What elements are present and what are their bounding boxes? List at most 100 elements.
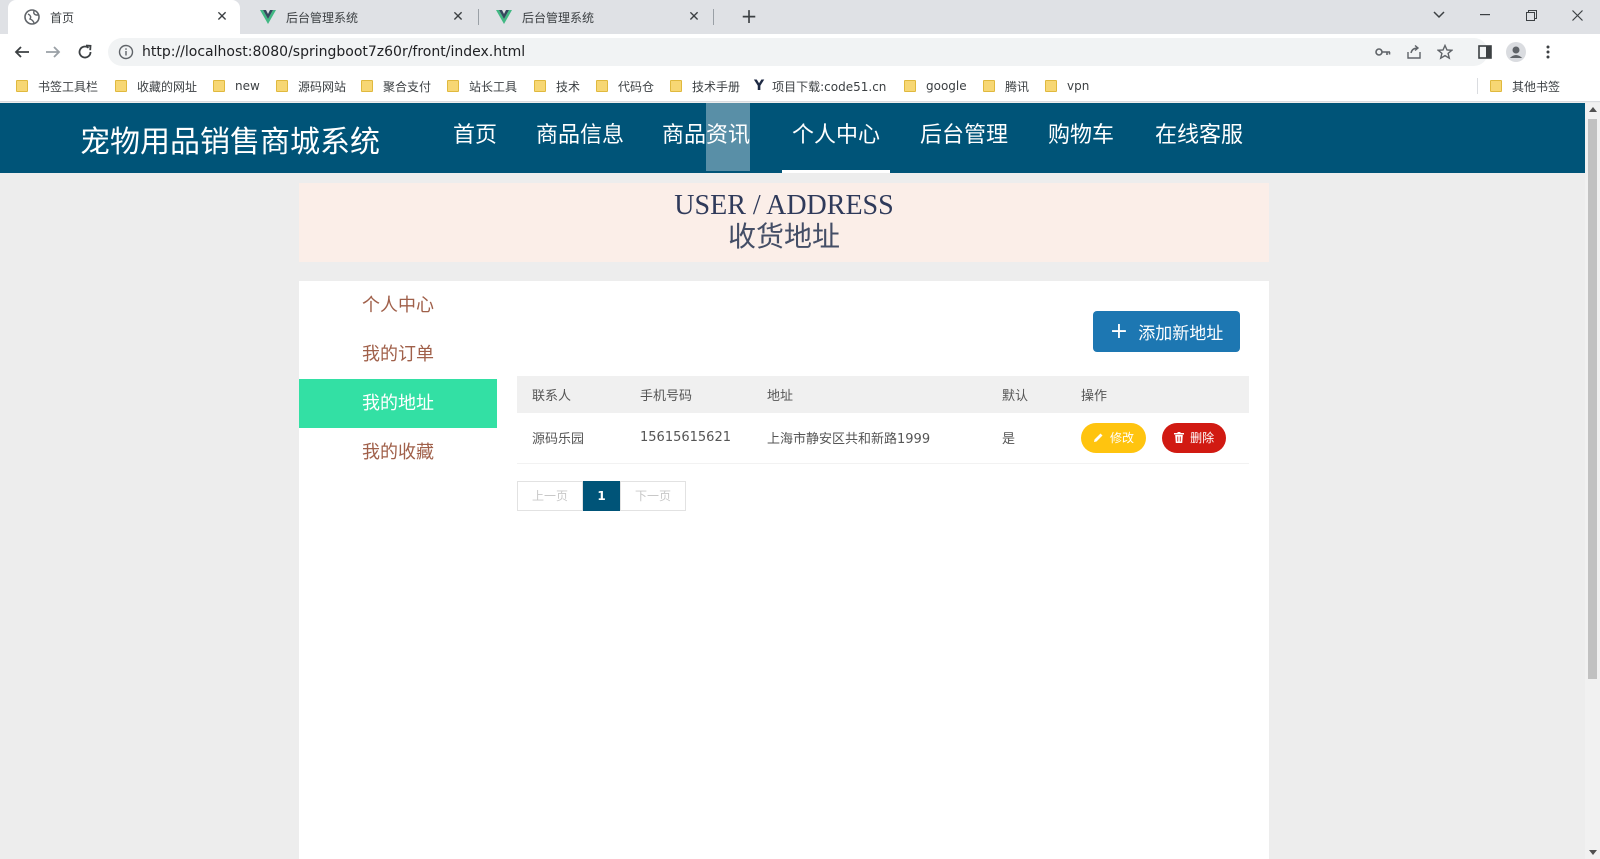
share-icon[interactable] [1403, 41, 1425, 63]
bookmark-item[interactable]: 技术 [534, 76, 580, 96]
bookmark-label: 站长工具 [469, 79, 518, 94]
side-item-favorites[interactable]: 我的收藏 [299, 428, 497, 477]
page-scrollbar[interactable] [1585, 103, 1600, 859]
side-item-addresses[interactable]: 我的地址 [299, 379, 497, 428]
bookmark-item[interactable]: google [904, 76, 967, 96]
banner-title-zh: 收货地址 [727, 222, 840, 253]
tab-divider [478, 9, 479, 25]
bookmarks-divider [1477, 78, 1478, 94]
table-header-row: 联系人 手机号码 地址 默认 操作 [517, 376, 1249, 413]
bookmark-label: 其他书签 [1512, 79, 1561, 94]
bookmark-label: new [235, 79, 260, 93]
cell-default: 是 [1002, 432, 1016, 448]
cell-actions: 修改 删除 [1066, 413, 1249, 463]
new-tab-button[interactable]: + [737, 5, 761, 29]
bookmark-item[interactable]: 代码仓 [596, 76, 654, 96]
bookmark-item[interactable]: 聚合支付 [361, 76, 431, 96]
folder-icon [904, 80, 916, 92]
vue-icon [260, 9, 276, 25]
page-number-current[interactable]: 1 [583, 481, 620, 511]
nav-admin[interactable]: 后台管理 [920, 103, 1008, 173]
banner-title-en: USER / ADDRESS [674, 190, 894, 221]
main-panel: 个人中心 我的订单 我的地址 我的收藏 + 添加新地址 联系人 手机号码 地址 … [299, 281, 1269, 859]
bookmark-item[interactable]: new [213, 76, 260, 96]
column-header: 默认 [1002, 389, 1029, 404]
folder-icon [361, 80, 373, 92]
bookmark-item[interactable]: 收藏的网址 [115, 76, 197, 96]
folder-icon [276, 80, 288, 92]
add-address-button[interactable]: + 添加新地址 [1093, 311, 1240, 352]
restore-icon[interactable] [1508, 0, 1554, 30]
bookmark-item[interactable]: 书签工具栏 [16, 76, 98, 96]
bookmark-label: 腾讯 [1005, 79, 1030, 94]
browser-tab-admin-1[interactable]: 后台管理系统 ✕ [244, 0, 476, 34]
side-item-personal-center[interactable]: 个人中心 [299, 281, 497, 330]
url-bar[interactable]: http://localhost:8080/springboot7z60r/fr… [108, 38, 1488, 66]
bookmark-item[interactable]: 腾讯 [983, 76, 1029, 96]
delete-button[interactable]: 删除 [1162, 422, 1227, 453]
bookmark-item[interactable]: Y 项目下载:code51.cn [754, 76, 886, 96]
tab-divider [713, 9, 714, 25]
table-row: 源码乐园 15615615621 上海市静安区共和新路1999 是 修改 删除 [517, 413, 1249, 463]
folder-icon [670, 80, 682, 92]
browser-tab-admin-2[interactable]: 后台管理系统 ✕ [480, 0, 712, 34]
star-icon[interactable] [1434, 41, 1456, 63]
folder-icon [1045, 80, 1057, 92]
bookmark-item[interactable]: 技术手册 [670, 76, 740, 96]
browser-tab-home[interactable]: 首页 ✕ [8, 0, 240, 34]
scroll-up-icon[interactable] [1589, 107, 1597, 112]
folder-icon [534, 80, 546, 92]
address-table-wrapper: 联系人 手机号码 地址 默认 操作 源码乐园 15615615621 上海市静安… [517, 376, 1249, 464]
close-icon[interactable]: ✕ [686, 9, 702, 25]
reload-icon[interactable] [73, 40, 97, 64]
close-icon[interactable]: ✕ [214, 9, 230, 25]
bookmark-label: 技术 [556, 79, 581, 94]
folder-icon [16, 80, 28, 92]
minimize-icon[interactable] [1462, 0, 1508, 30]
page-banner: USER / ADDRESS 收货地址 [299, 183, 1269, 262]
back-icon[interactable] [10, 40, 34, 64]
scroll-down-icon[interactable] [1589, 850, 1597, 855]
edit-button[interactable]: 修改 [1081, 422, 1147, 453]
add-address-label: 添加新地址 [1138, 324, 1224, 344]
next-page-button[interactable]: 下一页 [620, 481, 686, 511]
globe-icon [24, 9, 40, 25]
nav-online-service[interactable]: 在线客服 [1155, 103, 1243, 173]
scrollbar-thumb[interactable] [1588, 119, 1597, 679]
key-icon[interactable] [1372, 41, 1394, 63]
prev-page-button[interactable]: 上一页 [517, 481, 583, 511]
side-menu: 个人中心 我的订单 我的地址 我的收藏 [299, 281, 497, 477]
cell-phone: 15615615621 [640, 430, 731, 446]
bookmark-item[interactable]: 源码网站 [276, 76, 346, 96]
window-close-icon[interactable] [1554, 0, 1600, 30]
nav-products[interactable]: 商品信息 [536, 103, 624, 173]
forward-icon[interactable] [41, 40, 65, 64]
bookmark-label: google [926, 79, 967, 93]
site-info-icon[interactable] [118, 44, 134, 60]
close-icon[interactable]: ✕ [450, 9, 466, 25]
folder-icon [115, 80, 127, 92]
nav-cart[interactable]: 购物车 [1048, 103, 1114, 173]
side-item-orders[interactable]: 我的订单 [299, 330, 497, 379]
more-menu-icon[interactable] [1537, 41, 1559, 63]
bookmark-label: 收藏的网址 [137, 79, 198, 94]
folder-icon [1490, 80, 1502, 92]
tab-search-icon[interactable] [1416, 0, 1462, 30]
cell-address: 上海市静安区共和新路1999 [767, 432, 931, 448]
pagination: 上一页 1 下一页 [517, 481, 686, 511]
nav-personal-center[interactable]: 个人中心 [782, 103, 890, 173]
bookmark-label: 项目下载:code51.cn [772, 79, 887, 94]
nav-home[interactable]: 首页 [452, 103, 498, 173]
profile-avatar-icon[interactable] [1505, 41, 1527, 63]
bookmark-item[interactable]: vpn [1045, 76, 1089, 96]
other-bookmarks[interactable]: 其他书签 [1490, 76, 1560, 96]
bookmark-item[interactable]: 站长工具 [447, 76, 517, 96]
side-panel-icon[interactable] [1474, 41, 1496, 63]
folder-icon [596, 80, 608, 92]
site-brand[interactable]: 宠物用品销售商城系统 [80, 117, 380, 161]
bookmark-label: vpn [1067, 79, 1090, 93]
edit-label: 修改 [1110, 431, 1135, 446]
bookmarks-bar: 书签工具栏 收藏的网址 new 源码网站 聚合支付 站长工具 技术 代码仓 技术… [0, 70, 1600, 102]
nav-news-hover-highlight [706, 103, 750, 171]
folder-icon [983, 80, 995, 92]
